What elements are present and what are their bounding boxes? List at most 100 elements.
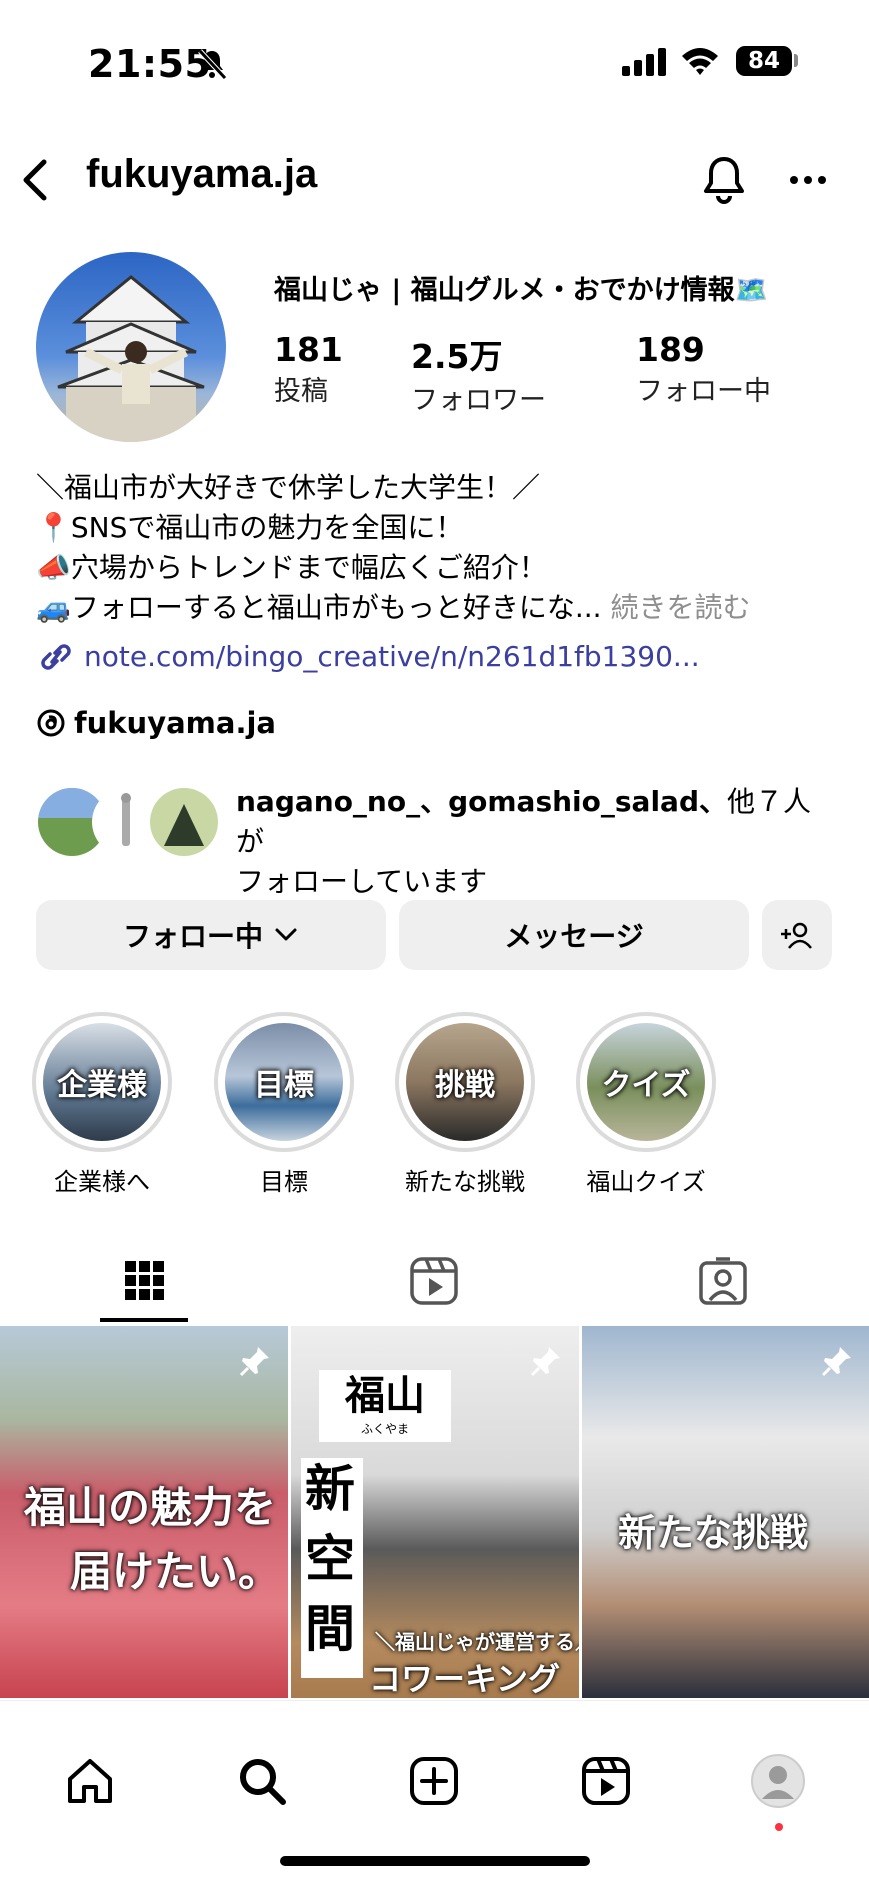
home-indicator xyxy=(280,1856,590,1866)
mutual-line2: フォローしています xyxy=(236,865,488,898)
bio-line: ＼福山市が大好きで休学した大学生！／ xyxy=(36,471,541,504)
nav-search[interactable] xyxy=(232,1753,292,1809)
post-tile[interactable]: 新たな挑戦 xyxy=(582,1326,869,1698)
highlight-thumbnail: 目標 xyxy=(225,1023,343,1141)
message-button-label: メッセージ xyxy=(504,920,644,953)
back-arrow-icon[interactable] xyxy=(18,158,52,202)
pin-icon xyxy=(239,1347,269,1377)
stat-posts[interactable]: 181 投稿 xyxy=(274,330,343,408)
highlight-title: 挑戦 xyxy=(435,1068,495,1103)
chevron-down-icon xyxy=(275,928,297,941)
highlight-corporate[interactable]: 企業様 企業様へ xyxy=(32,1012,172,1197)
profile-avatar-icon xyxy=(751,1754,805,1808)
highlight-label: 新たな挑戦 xyxy=(405,1168,525,1196)
highlight-thumbnail: 企業様 xyxy=(43,1023,161,1141)
active-tab-indicator xyxy=(100,1318,188,1322)
post-badge-text: 福山 xyxy=(345,1372,425,1419)
threads-badge[interactable]: fukuyama.ja xyxy=(36,706,276,740)
nav-create[interactable] xyxy=(404,1753,464,1809)
highlight-challenge[interactable]: 挑戦 新たな挑戦 xyxy=(395,1012,535,1197)
tab-reels[interactable] xyxy=(289,1240,578,1322)
highlight-label: 福山クイズ xyxy=(586,1168,706,1196)
highlight-ring: 挑戦 xyxy=(395,1012,535,1152)
bio-line: 🚙フォローすると福山市がもっと好きにな... 続きを読む xyxy=(36,588,846,628)
highlight-thumbnail: クイズ xyxy=(587,1023,705,1141)
post-tile[interactable]: 福山の魅力を 届けたい。 xyxy=(0,1326,288,1698)
highlight-title: 目標 xyxy=(254,1068,314,1103)
status-time: 21:55 xyxy=(88,42,212,86)
bio-line-text: 🚙フォローすると福山市がもっと好きにな... xyxy=(36,591,602,624)
tagged-person-icon xyxy=(698,1257,747,1305)
reels-icon xyxy=(409,1257,458,1305)
threads-handle: fukuyama.ja xyxy=(74,706,276,740)
highlight-ring: 目標 xyxy=(214,1012,354,1152)
silent-mode-icon xyxy=(198,49,227,80)
bio-line: 📣穴場からトレンドまで幅広くご紹介！ xyxy=(36,551,547,584)
grid-icon xyxy=(124,1261,164,1300)
stat-followers-label: フォロワー xyxy=(411,385,546,416)
highlight-title: 企業様 xyxy=(57,1068,147,1103)
stat-following-count: 189 xyxy=(636,330,705,369)
stat-following-label: フォロー中 xyxy=(636,376,771,407)
post-caption: 新たな挑戦 xyxy=(618,1510,809,1555)
stat-posts-count: 181 xyxy=(274,330,343,369)
highlight-label: 企業様へ xyxy=(54,1168,150,1196)
highlight-title: クイズ xyxy=(601,1068,691,1103)
post-tile[interactable]: 福山 ふくやま 新空間 ＼福山じゃが運営する／ コワーキング xyxy=(291,1326,579,1698)
bio-more-link[interactable]: 続きを読む xyxy=(610,591,750,624)
profile-link-text: note.com/bingo_creative/n/n261d1fb1390..… xyxy=(84,640,700,673)
profile-bio: ＼福山市が大好きで休学した大学生！／ 📍SNSで福山市の魅力を全国に！ 📣穴場か… xyxy=(36,468,846,628)
pin-icon xyxy=(821,1347,851,1377)
add-person-icon xyxy=(781,922,812,949)
stat-following[interactable]: 189 フォロー中 xyxy=(636,330,771,408)
stat-followers-count: 2.5万 xyxy=(411,337,503,376)
mutual-line1: nagano_no_、gomashio_salad、他７人が xyxy=(236,782,836,862)
mutual-follower-avatars[interactable] xyxy=(36,786,226,858)
profile-avatar[interactable] xyxy=(36,252,226,442)
tab-grid[interactable] xyxy=(0,1240,289,1322)
post-caption-line2: 届けたい。 xyxy=(70,1547,281,1596)
highlight-goal[interactable]: 目標 目標 xyxy=(214,1012,354,1197)
profile-link[interactable]: note.com/bingo_creative/n/n261d1fb1390..… xyxy=(36,640,700,673)
following-button[interactable]: フォロー中 xyxy=(36,900,386,970)
display-name: 福山じゃ | 福山グルメ・おでかけ情報🗺️ xyxy=(274,275,769,306)
following-button-label: フォロー中 xyxy=(122,920,263,953)
post-main-caption: コワーキング xyxy=(369,1660,561,1698)
mutual-followers-text[interactable]: nagano_no_、gomashio_salad、他７人が フォローしています xyxy=(236,782,836,902)
search-icon xyxy=(240,1759,286,1805)
profile-username: fukuyama.ja xyxy=(86,152,318,196)
nav-profile[interactable] xyxy=(748,1753,808,1809)
nav-home[interactable] xyxy=(60,1753,120,1809)
message-button[interactable]: メッセージ xyxy=(399,900,749,970)
reels-icon xyxy=(582,1757,630,1805)
more-options-icon[interactable] xyxy=(786,158,830,202)
post-caption-line1: 福山の魅力を xyxy=(24,1483,277,1532)
highlight-thumbnail: 挑戦 xyxy=(406,1023,524,1141)
mutual-names: nagano_no_、gomashio_salad、 xyxy=(236,785,727,818)
notification-bell-icon[interactable] xyxy=(700,154,748,206)
highlight-ring: 企業様 xyxy=(32,1012,172,1152)
home-icon xyxy=(68,1759,112,1803)
post-badge: 福山 ふくやま xyxy=(319,1370,451,1442)
suggested-users-button[interactable] xyxy=(762,900,832,970)
pin-icon xyxy=(530,1347,560,1377)
bio-line: 📍SNSで福山市の魅力を全国に！ xyxy=(36,511,464,544)
link-icon xyxy=(41,644,71,670)
cellular-signal-icon xyxy=(622,46,666,76)
create-post-icon xyxy=(410,1757,458,1805)
content-tabs xyxy=(0,1240,869,1322)
tab-tagged[interactable] xyxy=(578,1240,867,1322)
stat-posts-label: 投稿 xyxy=(274,376,328,407)
highlight-quiz[interactable]: クイズ 福山クイズ xyxy=(576,1012,716,1197)
wifi-icon xyxy=(682,48,718,75)
highlight-ring: クイズ xyxy=(576,1012,716,1152)
post-badge-sub: ふくやま xyxy=(360,1422,409,1436)
notification-dot xyxy=(775,1823,783,1831)
highlight-label: 目標 xyxy=(260,1168,308,1196)
battery-level: 84 xyxy=(736,46,792,76)
post-subcaption: ＼福山じゃが運営する／ xyxy=(375,1630,579,1654)
nav-reels[interactable] xyxy=(576,1753,636,1809)
threads-icon xyxy=(37,709,65,737)
stat-followers[interactable]: 2.5万 フォロワー xyxy=(411,330,546,417)
post-vertical-title: 新空間 xyxy=(305,1459,355,1658)
